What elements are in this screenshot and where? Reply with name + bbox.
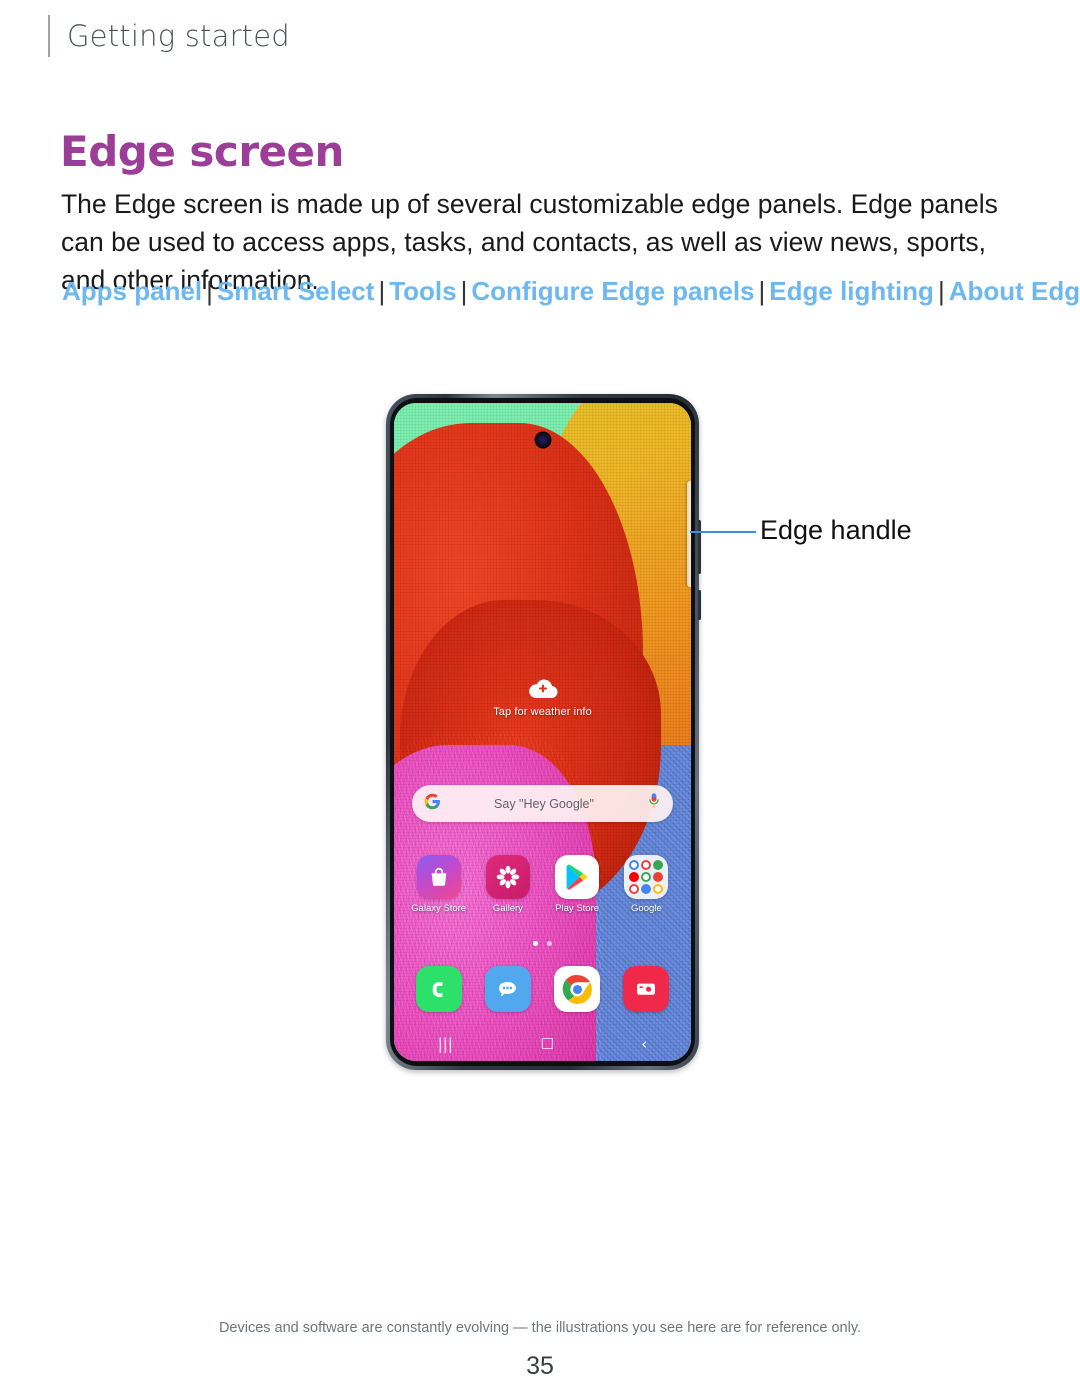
app-galaxy-store[interactable]: Galaxy Store [406,855,472,914]
link-edge-lighting[interactable]: Edge lighting [769,276,934,306]
app-google-folder[interactable]: Google [613,855,679,914]
app-label: Play Store [555,903,600,914]
home-app-row: Galaxy Store Gallery Play Store Google [404,855,681,914]
home-dock [404,966,681,1012]
phone-illustration: Tap for weather info Say "Hey Google" Ga… [386,394,701,1070]
chrome-icon[interactable] [554,966,601,1012]
flower-icon [485,855,530,899]
front-camera-icon [535,433,550,447]
android-navigation-bar: ||| ☐ ‹ [394,1031,691,1057]
search-placeholder: Say "Hey Google" [494,796,594,811]
back-icon[interactable]: ‹ [641,1036,647,1052]
play-triangle-icon [555,855,600,899]
header-divider [48,15,50,57]
link-tools[interactable]: Tools [389,276,456,306]
link-separator: | [206,276,213,306]
camera-icon[interactable] [623,966,670,1012]
phone-handset-icon[interactable] [415,966,462,1012]
chat-bubble-icon[interactable] [484,966,531,1012]
weather-widget-label: Tap for weather info [493,706,592,718]
mini-youtube-music-icon [653,872,664,882]
edge-handle[interactable] [687,481,691,587]
page-number: 35 [526,1352,554,1380]
callout-leader-line [690,531,756,533]
weather-widget[interactable]: Tap for weather info [394,677,691,718]
breadcrumb: Getting started [67,19,290,53]
link-separator: | [758,276,766,306]
page-title: Edge screen [60,127,344,177]
mini-gmail-icon [641,860,652,870]
wallpaper-green-region [394,403,691,1061]
wallpaper-red-region [394,422,644,884]
phone-frame [386,394,699,1070]
home-icon[interactable]: ☐ [540,1036,553,1052]
link-apps-panel[interactable]: Apps panel [62,276,202,306]
app-label: Google [631,903,662,914]
phone-screen: Tap for weather info Say "Hey Google" Ga… [394,403,691,1061]
mini-google-icon [629,860,640,870]
app-folder-icon [624,855,669,899]
link-configure-edge-panels[interactable]: Configure Edge panels [471,276,754,306]
volume-button [698,520,701,574]
link-separator: | [378,276,386,306]
app-label: Gallery [492,903,523,914]
wallpaper-red-region-2 [399,600,662,917]
phone-inner-bezel [390,398,695,1066]
mini-photos-icon [653,884,664,894]
page-dot[interactable] [533,941,538,946]
page-header: Getting started [48,14,290,58]
related-links-row: Apps panel | Smart Select | Tools | Configure … [62,275,1080,308]
shopping-bag-icon [416,855,461,899]
wallpaper-pink-region [394,745,596,1061]
wallpaper-fabric-texture [394,403,691,1061]
mini-drive-icon [641,872,652,882]
home-page-indicator [394,941,691,946]
app-label: Galaxy Store [411,903,467,914]
link-separator: | [937,276,945,306]
wallpaper-blue-region [548,745,691,1061]
recents-icon[interactable]: ||| [438,1036,453,1052]
app-gallery[interactable]: Gallery [475,855,541,914]
microphone-icon[interactable] [647,792,661,815]
link-smart-select[interactable]: Smart Select [217,276,375,306]
google-search-bar[interactable]: Say "Hey Google" [412,785,673,822]
power-button [698,590,701,620]
cloud-plus-icon [394,677,691,703]
app-play-store[interactable]: Play Store [544,855,610,914]
mini-youtube-icon [629,872,640,882]
wallpaper [394,403,691,1061]
wallpaper-pink-fur-texture [394,732,602,1061]
google-g-icon [424,793,441,815]
wallpaper-yellow-region [551,403,691,811]
footer-disclaimer: Devices and software are constantly evol… [218,1320,862,1336]
link-separator: | [460,276,468,306]
mini-duo-icon [641,884,652,894]
page-dot[interactable] [547,941,552,946]
mini-play-movies-icon [629,884,640,894]
link-about-edge-screen[interactable]: About Edge screen [949,276,1080,306]
callout-label-edge-handle: Edge handle [760,515,912,545]
mini-maps-icon [653,860,664,870]
